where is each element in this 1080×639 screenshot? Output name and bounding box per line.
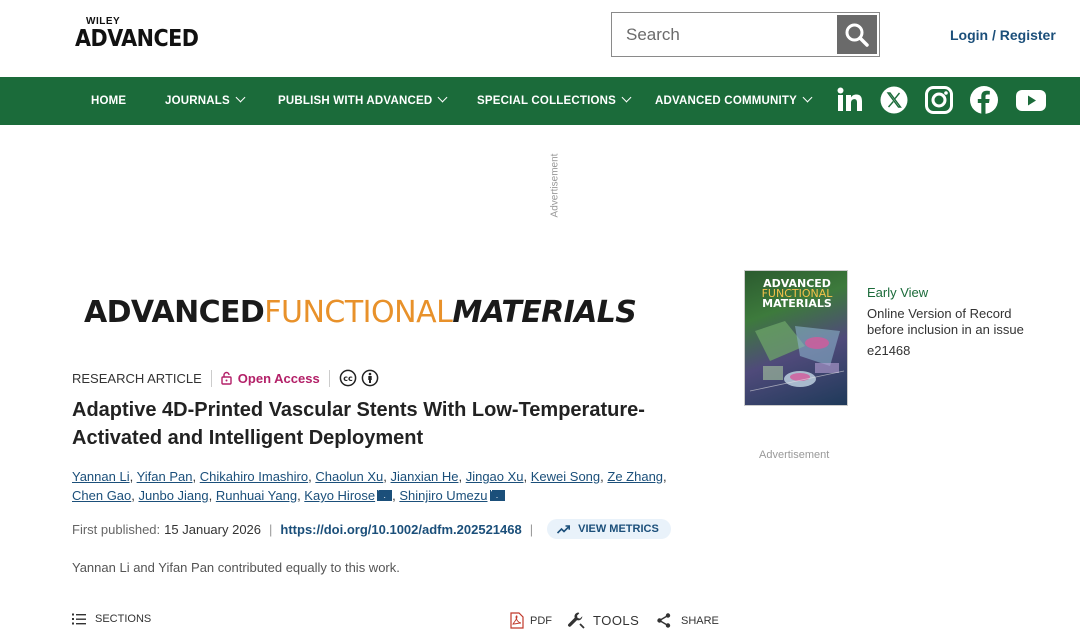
open-lock-icon [221, 371, 232, 385]
open-access-badge[interactable]: Open Access [221, 371, 320, 386]
nav-home-label: HOME [91, 95, 127, 107]
nav-journals-label: JOURNALS [165, 95, 230, 107]
facebook-icon[interactable] [969, 85, 999, 115]
divider: | [269, 521, 273, 537]
creative-commons-license[interactable]: cc [339, 369, 379, 387]
contribution-note: Yannan Li and Yifan Pan contributed equa… [72, 560, 400, 575]
search-icon [845, 23, 869, 47]
trending-up-icon [557, 524, 571, 534]
journal-banner[interactable]: ADVANCEDFUNCTIONALMATERIALS [84, 295, 637, 330]
login-register-link[interactable]: Login / Register [950, 27, 1056, 43]
author-link[interactable]: Kayo Hirose [304, 488, 375, 503]
nav-home[interactable]: HOME [91, 95, 126, 107]
author-link[interactable]: Chen Gao [72, 488, 131, 503]
article-number: e21468 [867, 343, 911, 358]
author-link[interactable]: Jingao Xu [466, 469, 524, 484]
early-view-label[interactable]: Early View [867, 285, 928, 300]
author-link[interactable]: Kewei Song [531, 469, 600, 484]
first-published-date: 15 January 2026 [164, 521, 262, 537]
sections-menu-button[interactable]: SECTIONS [72, 613, 151, 625]
list-icon [72, 613, 86, 625]
x-icon[interactable] [879, 85, 909, 115]
nav-publish-with-advanced[interactable]: PUBLISH WITH ADVANCED [278, 92, 448, 107]
chevron-down-icon [235, 92, 246, 103]
wiley-advanced-logo[interactable]: WILEY ADVANCED [75, 16, 215, 56]
advertisement-label: Advertisement [549, 153, 561, 218]
author-link[interactable]: Ze Zhang [607, 469, 663, 484]
nav-advanced-community[interactable]: ADVANCED COMMUNITY [655, 92, 813, 107]
author-link[interactable]: Runhuai Yang [216, 488, 297, 503]
journal-name-part2: FUNCTIONAL [264, 295, 453, 330]
nav-journals[interactable]: JOURNALS [165, 92, 246, 107]
advertisement-label-right: Advertisement [759, 449, 830, 461]
divider [210, 369, 212, 387]
author-link[interactable]: Chaolun Xu [315, 469, 383, 484]
journal-cover-image[interactable]: ADVANCED FUNCTIONAL MATERIALS [744, 270, 848, 406]
author-link[interactable]: Shinjiro Umezu [399, 488, 487, 503]
linkedin-icon[interactable] [835, 85, 865, 115]
svg-text:cc: cc [343, 374, 353, 383]
share-label: SHARE [681, 614, 719, 627]
envelope-icon[interactable] [377, 490, 393, 501]
nav-publish-label: PUBLISH WITH ADVANCED [278, 95, 433, 107]
site-header: WILEY ADVANCED Login / Register [0, 0, 1080, 77]
search-button[interactable] [837, 15, 877, 54]
author-link[interactable]: Yannan Li [72, 469, 130, 484]
search-input[interactable] [612, 13, 838, 56]
doi-link[interactable]: https://doi.org/10.1002/adfm.202521468 [280, 522, 521, 537]
youtube-icon[interactable] [1015, 85, 1047, 115]
divider [328, 369, 330, 387]
nav-advanced-community-label: ADVANCED COMMUNITY [655, 95, 798, 107]
journal-name-part1: ADVANCED [84, 295, 265, 330]
wrench-icon [568, 612, 585, 629]
nav-special-collections[interactable]: SPECIAL COLLECTIONS [477, 92, 632, 107]
search-bar [611, 12, 880, 57]
logo-advanced-text: ADVANCED [75, 26, 199, 52]
sections-label: SECTIONS [95, 613, 152, 625]
author-link[interactable]: Chikahiro Imashiro [200, 469, 308, 484]
instagram-icon[interactable] [924, 85, 954, 115]
advertisement-slot-top: Advertisement [548, 148, 574, 228]
tools-label: TOOLS [593, 612, 640, 628]
divider: | [529, 521, 534, 537]
author-link[interactable]: Junbo Jiang [139, 488, 209, 503]
pdf-button[interactable]: PDF [510, 612, 552, 629]
author-link[interactable]: Jianxian He [391, 469, 459, 484]
view-metrics-label: VIEW METRICS [578, 523, 659, 535]
main-nav: HOME JOURNALS PUBLISH WITH ADVANCED SPEC… [0, 77, 1080, 125]
first-published-label: First published: [72, 521, 161, 537]
publication-info-row: First published: 15 January 2026 | https… [72, 518, 671, 540]
attribution-icon [361, 369, 379, 387]
author-list: Yannan Li, Yifan Pan, Chikahiro Imashiro… [72, 469, 667, 503]
journal-name-part3: MATERIALS [452, 295, 637, 330]
pdf-label: PDF [530, 614, 552, 627]
view-metrics-button[interactable]: VIEW METRICS [547, 519, 671, 539]
article-type: RESEARCH ARTICLE [72, 370, 202, 386]
chevron-down-icon [621, 92, 632, 103]
nav-special-collections-label: SPECIAL COLLECTIONS [477, 95, 617, 107]
pdf-icon [510, 612, 524, 629]
chevron-down-icon [437, 92, 448, 103]
creative-commons-icon: cc [339, 369, 357, 387]
chevron-down-icon [802, 92, 813, 103]
article-type-row: RESEARCH ARTICLE Open Access cc [72, 369, 379, 387]
author-link[interactable]: Yifan Pan [137, 469, 193, 484]
tools-button[interactable]: TOOLS [567, 611, 639, 629]
open-access-label: Open Access [237, 370, 320, 386]
cover-artwork [749, 321, 845, 392]
share-button[interactable]: SHARE [657, 613, 719, 628]
share-icon [657, 613, 671, 628]
article-title: Adaptive 4D-Printed Vascular Stents With… [72, 399, 645, 449]
early-view-description: Online Version of Record before inclusio… [867, 306, 1024, 337]
envelope-icon[interactable] [489, 490, 505, 501]
